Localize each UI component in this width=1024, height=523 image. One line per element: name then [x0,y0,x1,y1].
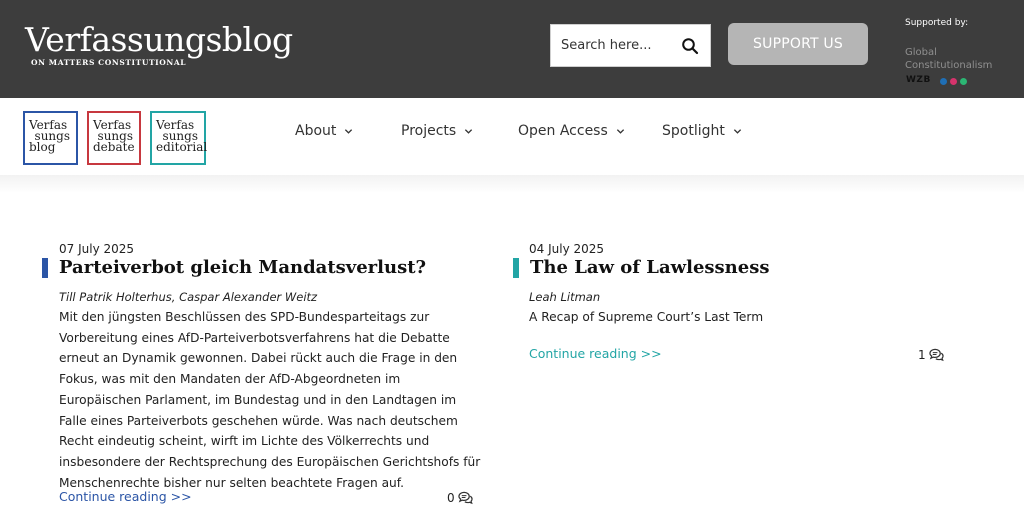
brand-verfassungsblog[interactable]: Verfas sungs blog [23,111,78,165]
article-date: 07 July 2025 [59,242,135,256]
site-header: Verfassungsblog ON MATTERS CONSTITUTIONA… [0,0,1024,98]
article-title-row: Parteiverbot gleich Mandatsverlust? [42,257,426,278]
nav-label: About [295,123,337,139]
nav-label: Spotlight [662,123,725,139]
comment-count-value: 0 [447,490,455,505]
sponsor-logo: WZB [906,75,931,85]
continue-reading-link[interactable]: Continue reading >> [59,489,192,504]
main-navigation: Verfas sungs blog Verfas sungs debate Ve… [0,98,1024,175]
site-logo[interactable]: Verfassungsblog [25,20,293,60]
brand-verfassungseditorial[interactable]: Verfas sungs editorial [150,111,208,165]
brand-line: blog [29,140,56,154]
sponsor-logo-dots [940,78,967,85]
comment-count[interactable]: 1 [918,347,944,362]
article-excerpt: A Recap of Supreme Court’s Last Term [529,310,764,324]
chevron-down-icon [465,128,473,134]
chevron-down-icon [733,128,741,134]
header-shadow [0,175,1024,193]
article-authors[interactable]: Leah Litman [529,290,600,304]
site-tagline: ON MATTERS CONSTITUTIONAL [31,58,187,67]
article-title-row: The Law of Lawlessness [513,257,769,278]
nav-item-projects[interactable]: Projects [401,123,473,139]
nav-item-about[interactable]: About [295,123,353,139]
nav-label: Open Access [518,123,608,139]
comment-icon [928,348,944,362]
comment-count[interactable]: 0 [447,490,473,505]
search-box [550,24,711,67]
nav-item-open-access[interactable]: Open Access [518,123,625,139]
comment-icon [457,491,473,505]
chevron-down-icon [345,128,353,134]
chevron-down-icon [616,128,624,134]
sponsor-dot [940,78,947,85]
comment-count-value: 1 [918,347,926,362]
article-accent-bar [42,257,48,278]
article-accent-bar [513,257,519,278]
brand-line: debate [93,140,135,154]
article-authors[interactable]: Till Patrik Holterhus, Caspar Alexander … [59,290,317,304]
sponsor-dot [950,78,957,85]
brand-line: editorial [156,140,208,154]
article-title[interactable]: Parteiverbot gleich Mandatsverlust? [59,257,426,278]
article-title[interactable]: The Law of Lawlessness [530,257,769,278]
article-excerpt: Mit den jüngsten Beschlüssen des SPD-Bun… [59,310,481,490]
nav-label: Projects [401,123,457,139]
sponsor-dot [960,78,967,85]
continue-reading-link[interactable]: Continue reading >> [529,346,662,361]
nav-item-spotlight[interactable]: Spotlight [662,123,742,139]
brand-verfassungsdebate[interactable]: Verfas sungs debate [87,111,141,165]
sponsor-name[interactable]: Global Constitutionalism [905,46,1015,72]
article-date: 04 July 2025 [529,242,605,256]
search-icon[interactable] [681,37,699,55]
support-us-button[interactable]: SUPPORT US [728,23,868,65]
search-input[interactable] [551,25,671,66]
supported-by-label: Supported by: [905,18,969,28]
